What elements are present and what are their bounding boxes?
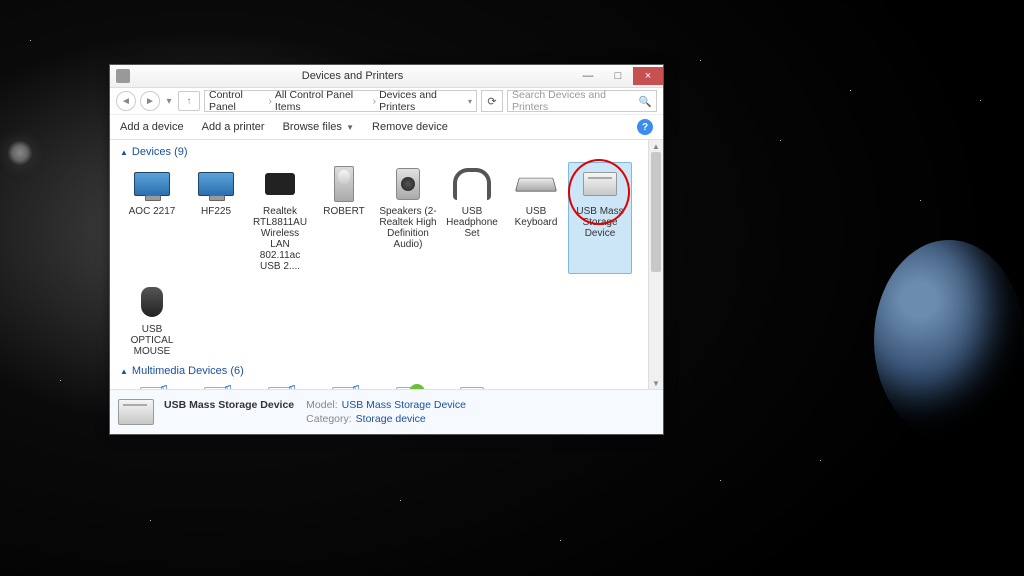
device-item[interactable]: USB Headphone Set bbox=[440, 162, 504, 274]
device-item[interactable]: USB Mass Storage Device bbox=[568, 162, 632, 274]
device-item[interactable]: ROBERT bbox=[312, 162, 376, 274]
remove-device-button[interactable]: Remove device bbox=[372, 121, 448, 133]
device-item[interactable]: USB Keyboard bbox=[504, 162, 568, 274]
media-play-icon: ▶ bbox=[387, 383, 429, 389]
app-icon bbox=[116, 69, 130, 83]
search-input[interactable]: Search Devices and Printers 🔍 bbox=[507, 90, 657, 112]
collapse-icon: ▲ bbox=[120, 148, 128, 157]
device-label: USB Headphone Set bbox=[442, 206, 502, 239]
category-label: Category: bbox=[306, 413, 352, 425]
desktop-wallpaper: Devices and Printers — □ × ◄ ► ▾ ↑ Contr… bbox=[0, 0, 1024, 576]
device-label: USB Keyboard bbox=[506, 206, 566, 228]
details-name: USB Mass Storage Device bbox=[164, 399, 294, 411]
crumb-all-items[interactable]: All Control Panel Items bbox=[275, 89, 370, 113]
help-button[interactable]: ? bbox=[637, 119, 653, 135]
group-header[interactable]: ▲ Multimedia Devices (6) bbox=[120, 365, 657, 377]
media-note-icon: ♫ bbox=[131, 383, 173, 389]
device-item[interactable]: ♫dave (spare) bbox=[184, 381, 248, 389]
media-note-icon: ♫ bbox=[259, 383, 301, 389]
media-note-icon: ♫ bbox=[323, 383, 365, 389]
titlebar[interactable]: Devices and Printers — □ × bbox=[110, 65, 663, 88]
group-header[interactable]: ▲ Devices (9) bbox=[120, 146, 657, 158]
model-value: USB Mass Storage Device bbox=[342, 399, 466, 411]
scroll-up-icon[interactable]: ▲ bbox=[649, 140, 663, 152]
wallpaper-lensflare bbox=[7, 140, 33, 166]
device-label: Speakers (2- Realtek High Definition Aud… bbox=[378, 206, 438, 250]
monitor-icon bbox=[195, 164, 237, 204]
device-item[interactable]: ♫dave (thisone) bbox=[248, 381, 312, 389]
browse-files-button[interactable]: Browse files ▼ bbox=[283, 121, 354, 133]
wallpaper-planet bbox=[874, 240, 1024, 440]
forward-button[interactable]: ► bbox=[140, 91, 160, 111]
scroll-down-icon[interactable]: ▼ bbox=[649, 377, 663, 389]
device-item[interactable]: XboxOne bbox=[440, 381, 504, 389]
device-item[interactable]: Realtek RTL8811AU Wireless LAN 802.11ac … bbox=[248, 162, 312, 274]
device-item[interactable]: HF225 bbox=[184, 162, 248, 274]
crumb-control-panel[interactable]: Control Panel bbox=[209, 89, 265, 113]
up-button[interactable]: ↑ bbox=[178, 91, 200, 111]
chevron-right-icon: › bbox=[373, 95, 377, 107]
device-item[interactable]: ♫Bedroom 2 bbox=[120, 381, 184, 389]
add-device-button[interactable]: Add a device bbox=[120, 121, 184, 133]
content-area: ▲ Devices (9) AOC 2217 HF225 Realtek RTL8811… bbox=[110, 140, 663, 389]
close-button[interactable]: × bbox=[633, 67, 663, 85]
details-thumbnail bbox=[118, 399, 154, 425]
crumb-devices-printers[interactable]: Devices and Printers bbox=[379, 89, 465, 113]
dongle-icon bbox=[259, 164, 301, 204]
headphone-icon bbox=[451, 164, 493, 204]
device-item[interactable]: ♫Living Room bbox=[312, 381, 376, 389]
tower-icon bbox=[323, 164, 365, 204]
breadcrumb[interactable]: Control Panel › All Control Panel Items … bbox=[204, 90, 477, 112]
category-value: Storage device bbox=[356, 413, 426, 425]
chevron-down-icon: ▼ bbox=[344, 123, 354, 132]
device-item[interactable]: USB OPTICAL MOUSE bbox=[120, 280, 184, 359]
collapse-icon: ▲ bbox=[120, 367, 128, 376]
monitor-icon bbox=[131, 164, 173, 204]
speaker-icon bbox=[387, 164, 429, 204]
history-dropdown[interactable]: ▾ bbox=[164, 92, 174, 110]
window-title: Devices and Printers bbox=[132, 70, 573, 82]
refresh-button[interactable]: ⟳ bbox=[481, 90, 503, 112]
navigation-bar: ◄ ► ▾ ↑ Control Panel › All Control Pane… bbox=[110, 88, 663, 115]
add-printer-button[interactable]: Add a printer bbox=[202, 121, 265, 133]
search-placeholder: Search Devices and Printers bbox=[512, 89, 639, 113]
device-grid: AOC 2217 HF225 Realtek RTL8811AU Wireless … bbox=[120, 162, 657, 365]
details-pane: USB Mass Storage Device Model: USB Mass … bbox=[110, 389, 663, 434]
explorer-window: Devices and Printers — □ × ◄ ► ▾ ↑ Contr… bbox=[109, 64, 664, 435]
command-bar: Add a device Add a printer Browse files … bbox=[110, 115, 663, 140]
model-label: Model: bbox=[306, 399, 338, 411]
device-label: ROBERT bbox=[323, 206, 365, 217]
device-label: USB Mass Storage Device bbox=[570, 206, 630, 239]
crumb-dropdown-icon[interactable]: ▾ bbox=[468, 97, 472, 106]
storage-icon bbox=[579, 164, 621, 204]
group-label: Multimedia Devices (6) bbox=[132, 365, 244, 377]
media-note-icon: ♫ bbox=[195, 383, 237, 389]
vertical-scrollbar[interactable]: ▲ ▼ bbox=[648, 140, 663, 389]
device-label: Realtek RTL8811AU Wireless LAN 802.11ac … bbox=[250, 206, 310, 272]
scrollbar-thumb[interactable] bbox=[651, 152, 661, 272]
group-label: Devices (9) bbox=[132, 146, 188, 158]
mouse-icon bbox=[131, 282, 173, 322]
search-icon: 🔍 bbox=[639, 95, 652, 108]
back-button[interactable]: ◄ bbox=[116, 91, 136, 111]
device-label: USB OPTICAL MOUSE bbox=[122, 324, 182, 357]
device-label: AOC 2217 bbox=[129, 206, 176, 217]
minimize-button[interactable]: — bbox=[573, 67, 603, 85]
device-item[interactable]: AOC 2217 bbox=[120, 162, 184, 274]
device-item[interactable]: Speakers (2- Realtek High Definition Aud… bbox=[376, 162, 440, 274]
xbox-icon bbox=[451, 383, 493, 389]
device-item[interactable]: ▶SPARE bbox=[376, 381, 440, 389]
chevron-right-icon: › bbox=[268, 95, 272, 107]
device-label: HF225 bbox=[201, 206, 231, 217]
device-grid: ♫Bedroom 2♫dave (spare)♫dave (thisone)♫L… bbox=[120, 381, 657, 389]
maximize-button[interactable]: □ bbox=[603, 67, 633, 85]
keyboard-icon bbox=[515, 164, 557, 204]
